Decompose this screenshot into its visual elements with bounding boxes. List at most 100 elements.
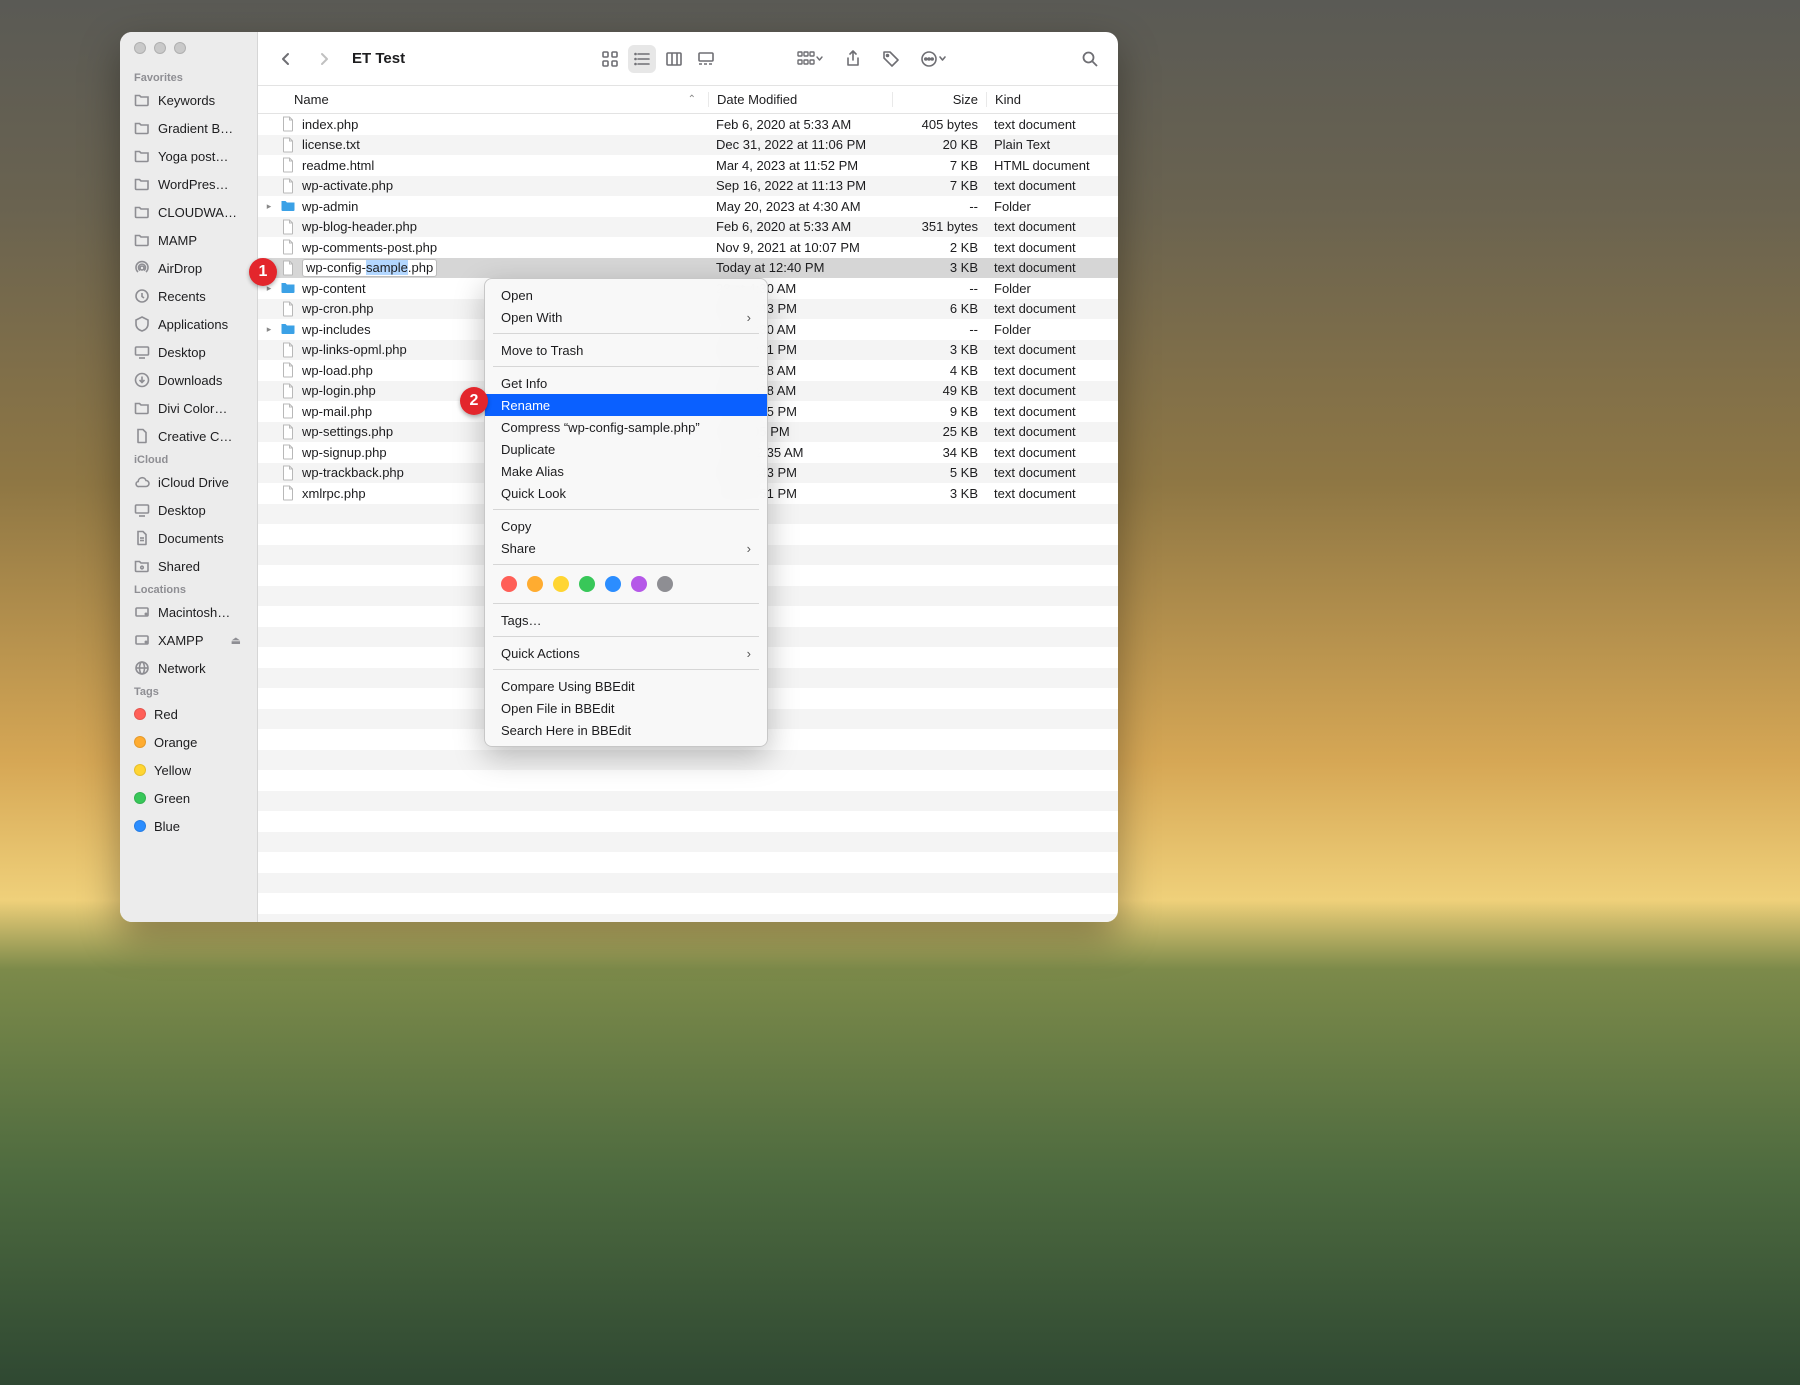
file-size: 20 KB: [892, 137, 986, 152]
zoom-button[interactable]: [174, 42, 186, 54]
rename-input[interactable]: wp-config-sample.php: [302, 259, 437, 277]
sidebar-item[interactable]: Documents: [120, 524, 257, 552]
tag-color-swatch[interactable]: [553, 576, 569, 592]
context-menu-item[interactable]: Tags…: [485, 609, 767, 631]
file-name: index.php: [302, 117, 358, 132]
file-row[interactable]: wp-config-sample.phpToday at 12:40 PM3 K…: [258, 258, 1118, 279]
sidebar-item[interactable]: Recents: [120, 282, 257, 310]
file-row[interactable]: wp-blog-header.phpFeb 6, 2020 at 5:33 AM…: [258, 217, 1118, 238]
column-header-name[interactable]: Name ⌃: [258, 92, 708, 107]
context-menu-item[interactable]: Compress “wp-config-sample.php”: [485, 416, 767, 438]
sidebar-item[interactable]: Red: [120, 700, 257, 728]
file-date: Mar 4, 2023 at 11:52 PM: [708, 158, 892, 173]
context-menu-tag-colors: [485, 570, 767, 598]
context-menu-item[interactable]: Search Here in BBEdit: [485, 719, 767, 741]
context-menu-label: Get Info: [501, 376, 547, 391]
tag-color-swatch[interactable]: [657, 576, 673, 592]
share-button[interactable]: [839, 45, 867, 73]
sidebar-item[interactable]: MAMP: [120, 226, 257, 254]
sidebar-item[interactable]: Keywords: [120, 86, 257, 114]
sidebar-item[interactable]: XAMPP⏏︎: [120, 626, 257, 654]
column-view-button[interactable]: [660, 45, 688, 73]
sidebar-item[interactable]: CLOUDWA…: [120, 198, 257, 226]
list-view-button[interactable]: [628, 45, 656, 73]
sidebar-item-label: Macintosh…: [158, 605, 230, 620]
minimize-button[interactable]: [154, 42, 166, 54]
column-header-kind[interactable]: Kind: [986, 92, 1118, 107]
context-menu-item[interactable]: Copy: [485, 515, 767, 537]
sidebar-item[interactable]: Shared: [120, 552, 257, 580]
sidebar-item[interactable]: Creative C…: [120, 422, 257, 450]
sidebar-item[interactable]: Desktop: [120, 496, 257, 524]
disclosure-triangle-icon[interactable]: ▸: [264, 324, 274, 335]
sidebar-item[interactable]: Network: [120, 654, 257, 682]
file-row[interactable]: wp-comments-post.phpNov 9, 2021 at 10:07…: [258, 237, 1118, 258]
context-menu-item[interactable]: Move to Trash: [485, 339, 767, 361]
sidebar-item[interactable]: Yellow: [120, 756, 257, 784]
search-button[interactable]: [1076, 45, 1104, 73]
context-menu-item[interactable]: Get Info: [485, 372, 767, 394]
sidebar-item[interactable]: Yoga post…: [120, 142, 257, 170]
tags-button[interactable]: [877, 45, 905, 73]
context-menu-item[interactable]: Open With›: [485, 306, 767, 328]
eject-icon[interactable]: ⏏︎: [231, 634, 241, 647]
tag-color-swatch[interactable]: [527, 576, 543, 592]
sidebar-item[interactable]: iCloud Drive: [120, 468, 257, 496]
empty-row: [258, 893, 1118, 914]
sidebar-item-label: Network: [158, 661, 206, 676]
sidebar-item[interactable]: AirDrop: [120, 254, 257, 282]
file-row[interactable]: index.phpFeb 6, 2020 at 5:33 AM405 bytes…: [258, 114, 1118, 135]
group-by-button[interactable]: [791, 45, 829, 73]
sidebar-item[interactable]: Desktop: [120, 338, 257, 366]
sidebar-item[interactable]: Macintosh…: [120, 598, 257, 626]
context-menu-item[interactable]: Duplicate: [485, 438, 767, 460]
file-date: Feb 6, 2020 at 5:33 AM: [708, 117, 892, 132]
file-kind: text document: [986, 424, 1118, 439]
context-menu-item[interactable]: Compare Using BBEdit: [485, 675, 767, 697]
icon-view-button[interactable]: [596, 45, 624, 73]
sidebar-item-label: MAMP: [158, 233, 197, 248]
context-menu-label: Tags…: [501, 613, 541, 628]
file-row[interactable]: readme.htmlMar 4, 2023 at 11:52 PM7 KBHT…: [258, 155, 1118, 176]
tag-color-swatch[interactable]: [631, 576, 647, 592]
sidebar-item[interactable]: Orange: [120, 728, 257, 756]
file-date: Sep 16, 2022 at 11:13 PM: [708, 178, 892, 193]
sidebar-item[interactable]: Divi Color…: [120, 394, 257, 422]
context-menu-item[interactable]: Make Alias: [485, 460, 767, 482]
tag-color-swatch[interactable]: [579, 576, 595, 592]
file-size: 5 KB: [892, 465, 986, 480]
file-row[interactable]: license.txtDec 31, 2022 at 11:06 PM20 KB…: [258, 135, 1118, 156]
tag-color-swatch[interactable]: [501, 576, 517, 592]
submenu-arrow-icon: ›: [747, 541, 751, 556]
file-row[interactable]: wp-activate.phpSep 16, 2022 at 11:13 PM7…: [258, 176, 1118, 197]
context-menu-item[interactable]: Rename: [485, 394, 767, 416]
file-date: Feb 6, 2020 at 5:33 AM: [708, 219, 892, 234]
sidebar-item[interactable]: Green: [120, 784, 257, 812]
empty-row: [258, 811, 1118, 832]
submenu-arrow-icon: ›: [747, 310, 751, 325]
column-header-size[interactable]: Size: [892, 92, 986, 107]
disclosure-triangle-icon[interactable]: ▸: [264, 201, 274, 212]
sidebar-item[interactable]: WordPres…: [120, 170, 257, 198]
nav-back-button[interactable]: [272, 45, 300, 73]
sidebar-item[interactable]: Gradient B…: [120, 114, 257, 142]
sidebar-item[interactable]: Blue: [120, 812, 257, 840]
sidebar-item[interactable]: Applications: [120, 310, 257, 338]
file-size: --: [892, 281, 986, 296]
column-header-date[interactable]: Date Modified: [708, 92, 892, 107]
context-menu-label: Open File in BBEdit: [501, 701, 614, 716]
context-menu-item[interactable]: Open: [485, 284, 767, 306]
sidebar-item[interactable]: Downloads: [120, 366, 257, 394]
file-row[interactable]: ▸wp-adminMay 20, 2023 at 4:30 AM--Folder: [258, 196, 1118, 217]
gallery-view-button[interactable]: [692, 45, 720, 73]
close-button[interactable]: [134, 42, 146, 54]
file-size: 3 KB: [892, 260, 986, 275]
action-menu-button[interactable]: [915, 45, 953, 73]
nav-forward-button[interactable]: [310, 45, 338, 73]
context-menu-item[interactable]: Open File in BBEdit: [485, 697, 767, 719]
file-size: 6 KB: [892, 301, 986, 316]
tag-color-swatch[interactable]: [605, 576, 621, 592]
context-menu-item[interactable]: Quick Actions›: [485, 642, 767, 664]
context-menu-item[interactable]: Quick Look: [485, 482, 767, 504]
context-menu-item[interactable]: Share›: [485, 537, 767, 559]
